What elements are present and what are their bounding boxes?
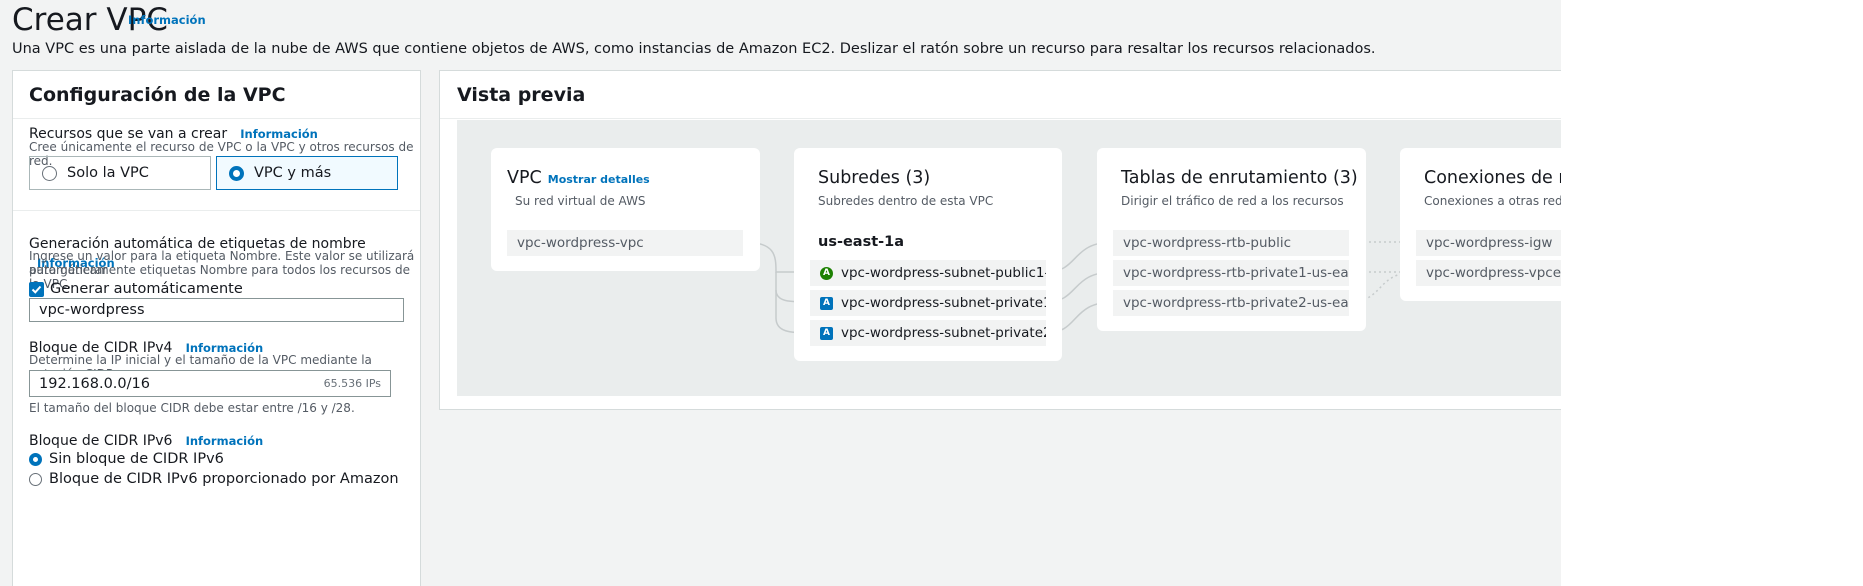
public-subnet-icon: A <box>820 266 833 280</box>
route-table-name: vpc-wordpress-rtb-public <box>1123 235 1292 251</box>
route-tables-card-subtitle: Dirigir el tráfico de red a los recursos <box>1121 194 1344 208</box>
route-table-name: vpc-wordpress-rtb-private2-us-east-1a <box>1123 295 1349 311</box>
subnet-item-private1[interactable]: A vpc-wordpress-subnet-private1-us- <box>810 290 1046 316</box>
subnet-name: vpc-wordpress-subnet-private1-us- <box>841 295 1046 311</box>
vpc-card-title: VPC <box>507 168 542 188</box>
route-table-item-private1[interactable]: vpc-wordpress-rtb-private1-us-east-1a <box>1113 260 1349 286</box>
connection-name: vpc-wordpress-vpce-s3 <box>1426 265 1582 281</box>
vpc-item[interactable]: vpc-wordpress-vpc <box>507 230 743 256</box>
vpc-card: VPC Mostrar detalles Su red virtual de A… <box>491 148 760 271</box>
connections-card-subtitle: Conexiones a otras redes <box>1424 194 1577 208</box>
show-details-link[interactable]: Mostrar detalles <box>548 173 650 186</box>
connection-name: vpc-wordpress-igw <box>1426 235 1553 251</box>
subnet-name: vpc-wordpress-subnet-private2-us- <box>841 325 1046 341</box>
subnets-card-title: Subredes (3) <box>818 168 931 188</box>
route-table-item-public[interactable]: vpc-wordpress-rtb-public <box>1113 230 1349 256</box>
route-table-item-private2[interactable]: vpc-wordpress-rtb-private2-us-east-1a <box>1113 290 1349 316</box>
private-subnet-icon: A <box>820 326 833 340</box>
vpc-card-subtitle: Su red virtual de AWS <box>515 194 646 208</box>
subnet-item-private2[interactable]: A vpc-wordpress-subnet-private2-us- <box>810 320 1046 346</box>
route-tables-card-title: Tablas de enrutamiento (3) <box>1121 168 1358 188</box>
route-table-name: vpc-wordpress-rtb-private1-us-east-1a <box>1123 265 1349 281</box>
subnet-item-public1[interactable]: A vpc-wordpress-subnet-public1-us- <box>810 260 1046 286</box>
subnets-card: Subredes (3) Subredes dentro de esta VPC… <box>794 148 1062 361</box>
vpc-item-label: vpc-wordpress-vpc <box>517 235 644 251</box>
availability-zone-label: us-east-1a <box>818 234 905 250</box>
route-tables-card: Tablas de enrutamiento (3) Dirigir el tr… <box>1097 148 1366 331</box>
viewport-edge <box>1561 0 1863 586</box>
subnets-card-subtitle: Subredes dentro de esta VPC <box>818 194 994 208</box>
vpc-card-header: VPC Mostrar detalles <box>507 168 650 188</box>
private-subnet-icon: A <box>820 296 833 310</box>
subnet-name: vpc-wordpress-subnet-public1-us- <box>841 265 1046 281</box>
